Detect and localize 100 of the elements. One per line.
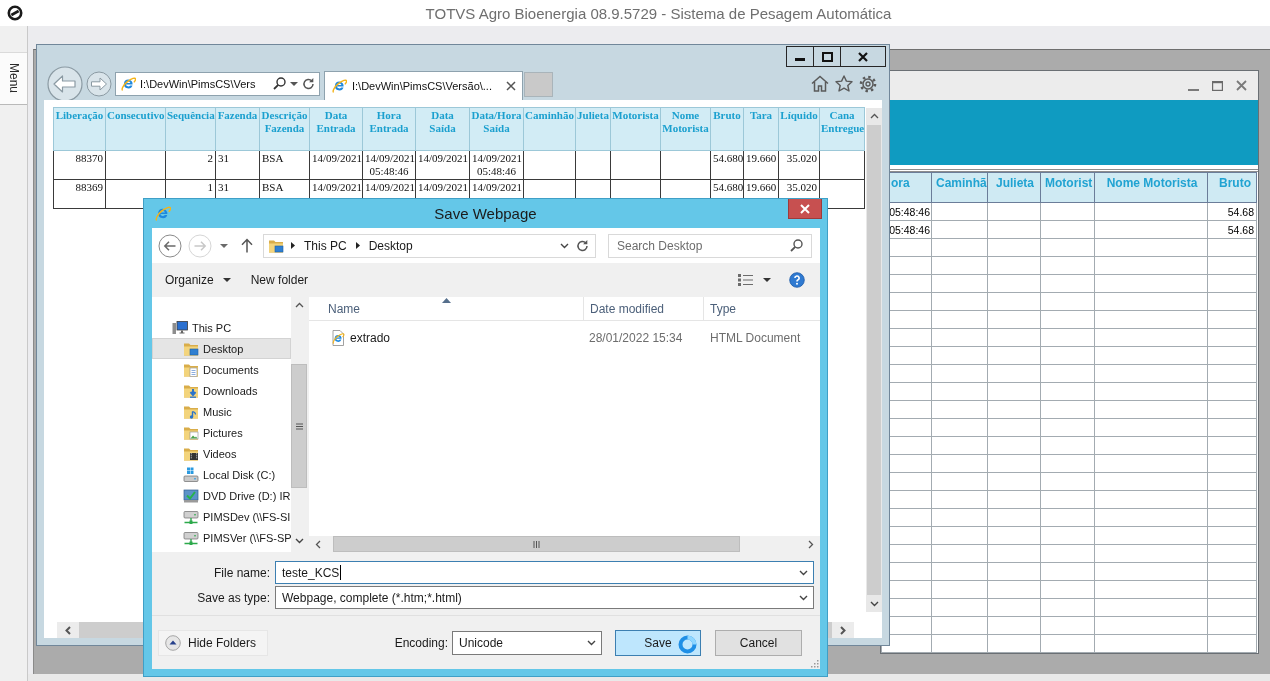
column-header: Cana Entregue: [819, 107, 865, 151]
html-document-icon: [330, 329, 346, 346]
table-cell: 88370: [53, 150, 106, 180]
chevron-up-icon: [294, 302, 304, 308]
chevron-up-icon: [869, 113, 879, 119]
save-as-type-dropdown[interactable]: Webpage, complete (*.htm;*.html): [275, 586, 814, 609]
breadcrumb-item[interactable]: Desktop: [366, 238, 415, 253]
scrollbar-thumb[interactable]: [867, 125, 881, 595]
column-header[interactable]: Name: [309, 297, 583, 320]
horizontal-scrollbar[interactable]: [309, 536, 820, 552]
close-icon: [800, 203, 810, 214]
table-cell: 88369: [53, 179, 106, 209]
forward-button[interactable]: [86, 70, 112, 97]
save-button[interactable]: Save: [615, 630, 701, 656]
column-header: Nome Motorista: [1094, 172, 1208, 203]
table-cell: 14/09/2021: [415, 150, 470, 180]
caret-down-icon: [220, 243, 228, 248]
table-cell: 14/09/2021 05:48:46: [362, 150, 416, 180]
up-button[interactable]: [241, 238, 253, 253]
vertical-scrollbar[interactable]: [866, 108, 882, 612]
nav-tree-item[interactable]: DVD Drive (D:) IR: [152, 485, 291, 506]
caret-down-icon: [290, 81, 298, 86]
back-button[interactable]: [47, 65, 83, 102]
home-icon: [811, 75, 829, 92]
nav-tree-item[interactable]: Local Disk (C:): [152, 464, 291, 485]
minimize-button[interactable]: [786, 46, 814, 67]
nav-tree-item[interactable]: This PC: [152, 317, 291, 338]
refresh-button[interactable]: [576, 239, 589, 252]
column-header: Data Entrada: [309, 107, 363, 151]
nav-tree-item[interactable]: Desktop: [152, 338, 291, 359]
browser-tab[interactable]: I:\DevWin\PimsCS\Versão\...: [324, 71, 523, 100]
search-field[interactable]: Search Desktop: [608, 233, 812, 258]
ie-logo-icon: [120, 75, 136, 92]
column-header[interactable]: Date modified: [583, 297, 703, 320]
column-header: Descrição Fazenda: [259, 107, 310, 151]
column-header: Sequência: [165, 107, 216, 151]
file-name-field[interactable]: teste_KCS: [275, 561, 814, 584]
toolbar-button[interactable]: Organize: [158, 268, 238, 291]
nav-tree-item[interactable]: Downloads: [152, 380, 291, 401]
caret-down-icon: [763, 277, 771, 282]
hide-folders-button[interactable]: Hide Folders: [158, 630, 268, 656]
help-button[interactable]: [789, 271, 805, 288]
table-cell: 54.680: [710, 150, 744, 180]
star-icon: [835, 75, 853, 92]
column-header: Caminhã: [931, 172, 988, 203]
ie-logo-icon: [154, 205, 171, 222]
table-cell: 14/09/2021: [309, 150, 363, 180]
nav-tree-item[interactable]: PIMSVer (\\FS-SP: [152, 527, 291, 548]
table-cell: 14/09/2021 05:48:46: [469, 150, 524, 180]
nav-tree-item[interactable]: Videos: [152, 443, 291, 464]
column-header: Motorista: [610, 107, 661, 151]
address-bar[interactable]: This PC Desktop: [263, 233, 596, 258]
maximize-icon: [1212, 81, 1223, 91]
column-header: Liberação: [53, 107, 106, 151]
back-button[interactable]: [158, 233, 182, 258]
logo-icon: [7, 5, 23, 21]
column-header[interactable]: Type: [703, 297, 820, 320]
encoding-dropdown[interactable]: Unicode: [452, 631, 602, 655]
toolbar-button[interactable]: New folder: [243, 268, 316, 291]
nav-tree-item[interactable]: Music: [152, 401, 291, 422]
column-header: Data/Hora Saída: [469, 107, 524, 151]
chevron-down-icon: [560, 242, 569, 249]
scrollbar-thumb[interactable]: [291, 364, 307, 488]
close-button[interactable]: [788, 199, 822, 219]
close-icon: [1236, 80, 1247, 91]
address-field[interactable]: I:\DevWin\PimsCS\Vers: [115, 71, 320, 96]
minimize-icon: [1188, 89, 1199, 91]
chevron-down-icon: [799, 569, 808, 576]
search-icon: [273, 77, 286, 90]
file-date: 28/01/2022 15:34: [588, 330, 684, 345]
file-row[interactable]: extrado 28/01/2022 15:34 HTML Document: [309, 327, 820, 348]
refresh-icon: [576, 239, 589, 252]
table-cell: 19.660: [743, 150, 779, 180]
menu-tab[interactable]: Menu: [0, 52, 27, 105]
breadcrumb-item[interactable]: This PC: [302, 238, 349, 253]
table-cell: 54.68: [1207, 202, 1257, 221]
close-icon: [506, 81, 516, 91]
chevron-down-icon: [587, 640, 596, 646]
chevron-right-icon: [840, 625, 846, 635]
nav-tree-item[interactable]: Documents: [152, 359, 291, 380]
chevron-down-icon: [294, 538, 304, 544]
cancel-button[interactable]: Cancel: [715, 630, 802, 656]
settings-button[interactable]: [859, 74, 877, 93]
favorites-button[interactable]: [835, 75, 853, 92]
column-header: Julieta: [987, 172, 1041, 203]
sort-arrow-icon: [442, 298, 451, 303]
field-label: Save as type:: [197, 590, 270, 605]
column-header: Líquido: [778, 107, 820, 151]
nav-tree-item[interactable]: PIMSDev (\\FS-SI: [152, 506, 291, 527]
column-header: Hora Entrada: [362, 107, 416, 151]
caret-right-icon: [291, 242, 295, 249]
nav-tree-item[interactable]: Pictures: [152, 422, 291, 443]
column-header: Fazenda: [215, 107, 260, 151]
close-button[interactable]: [840, 46, 886, 67]
column-header: Tara: [743, 107, 779, 151]
maximize-button[interactable]: [813, 46, 841, 67]
home-button[interactable]: [811, 75, 829, 92]
app-title: TOTVS Agro Bioenergia 08.9.5729 - Sistema de Pesagem Automática: [425, 4, 892, 22]
scrollbar-thumb[interactable]: [333, 536, 740, 552]
network-drive-icon: [183, 529, 199, 546]
